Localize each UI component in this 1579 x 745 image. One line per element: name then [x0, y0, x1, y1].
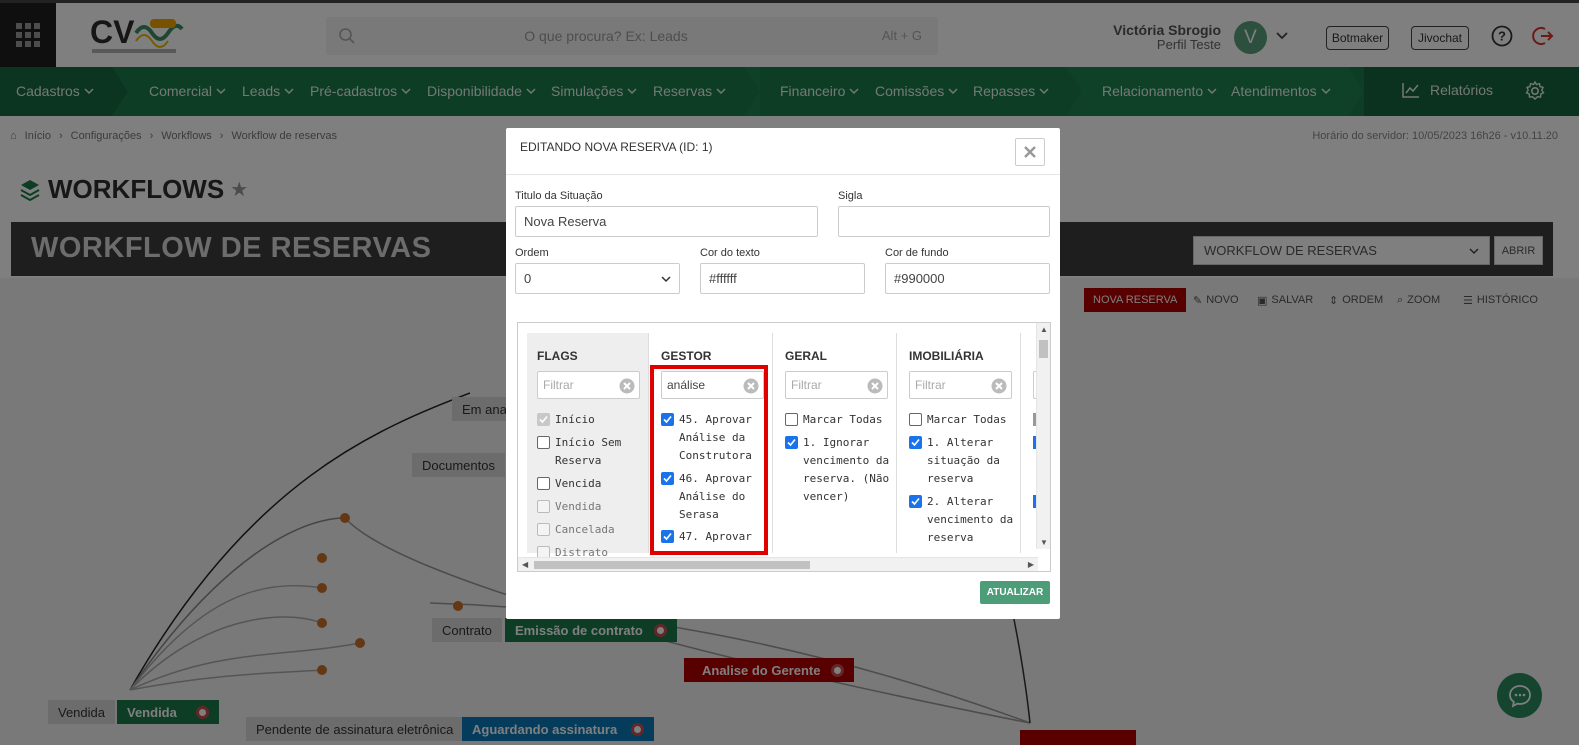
flags-filter[interactable]: [537, 371, 640, 399]
column-title: GERAL: [785, 349, 827, 363]
checkbox[interactable]: [537, 523, 550, 536]
scroll-right-icon[interactable]: ▶: [1028, 560, 1034, 569]
ordem-label: Ordem: [515, 247, 549, 259]
flag-checkbox[interactable]: Cancelada: [537, 521, 645, 539]
clear-icon[interactable]: [867, 378, 883, 394]
flag-checkbox[interactable]: Início Sem Reserva: [537, 434, 645, 470]
checkbox[interactable]: [909, 413, 922, 426]
permission-checkbox[interactable]: 2. Alterar vencimento da reserva: [909, 493, 1017, 547]
imobiliaria-filter-input[interactable]: [910, 372, 990, 398]
titulo-input[interactable]: [515, 206, 818, 237]
checkbox[interactable]: [537, 500, 550, 513]
select-all-checkbox[interactable]: Marcar Todas: [909, 411, 1017, 429]
titulo-label: Titulo da Situação: [515, 190, 603, 202]
column-title: GESTOR: [661, 349, 712, 363]
flag-checkbox[interactable]: Vendida: [537, 498, 645, 516]
flags-filter-input[interactable]: [538, 372, 618, 398]
clear-icon[interactable]: [619, 378, 635, 394]
check-icon: [911, 497, 920, 506]
scroll-left-icon[interactable]: ◀: [522, 560, 528, 569]
ordem-select[interactable]: 0: [515, 263, 680, 294]
scroll-up-icon[interactable]: ▲: [1040, 325, 1048, 334]
horizontal-scrollbar[interactable]: ◀ ▶: [518, 557, 1038, 571]
highlight-box: [650, 365, 768, 555]
column-title: IMOBILIÁRIA: [909, 349, 984, 363]
scroll-thumb[interactable]: [1039, 340, 1048, 358]
cor-fundo-input[interactable]: [885, 263, 1050, 294]
cor-texto-label: Cor do texto: [700, 247, 760, 259]
clear-icon[interactable]: [991, 378, 1007, 394]
check-icon: [787, 438, 796, 447]
checkbox[interactable]: [537, 436, 550, 449]
scroll-down-icon[interactable]: ▼: [1040, 538, 1048, 547]
checkbox[interactable]: [785, 436, 798, 449]
checkbox[interactable]: [537, 413, 550, 426]
scroll-thumb[interactable]: [534, 561, 810, 569]
modal-header: EDITANDO NOVA RESERVA (ID: 1): [506, 128, 1060, 175]
geral-filter-input[interactable]: [786, 372, 866, 398]
edit-status-modal: EDITANDO NOVA RESERVA (ID: 1) Titulo da …: [506, 128, 1060, 619]
check-icon: [911, 438, 920, 447]
checkbox[interactable]: [909, 495, 922, 508]
close-icon: [1024, 146, 1036, 158]
flags-column: FLAGS Início Início Sem Reserva Vencida …: [527, 333, 649, 559]
sigla-input[interactable]: [838, 206, 1050, 237]
flag-checkbox[interactable]: Início: [537, 411, 645, 429]
chevron-down-icon: [661, 275, 671, 282]
permissions-panel[interactable]: FLAGS Início Início Sem Reserva Vencida …: [517, 322, 1051, 572]
modal-title: EDITANDO NOVA RESERVA (ID: 1): [520, 140, 713, 154]
vertical-scrollbar[interactable]: ▲ ▼: [1036, 323, 1050, 549]
cor-fundo-label: Cor de fundo: [885, 247, 949, 259]
permission-checkbox[interactable]: 1. Ignorar vencimento da reserva. (Não v…: [785, 434, 893, 506]
select-all-checkbox[interactable]: Marcar Todas: [785, 411, 893, 429]
check-icon: [539, 415, 548, 424]
imobiliaria-filter[interactable]: [909, 371, 1012, 399]
checkbox[interactable]: [909, 436, 922, 449]
column-title: FLAGS: [537, 349, 578, 363]
sigla-label: Sigla: [838, 190, 863, 202]
imobiliaria-column: IMOBILIÁRIA Marcar Todas 1. Alterar situ…: [899, 333, 1021, 553]
update-button[interactable]: ATUALIZAR: [980, 581, 1050, 604]
geral-filter[interactable]: [785, 371, 888, 399]
permission-checkbox[interactable]: 1. Alterar situação da reserva: [909, 434, 1017, 488]
close-button[interactable]: [1015, 138, 1045, 166]
checkbox[interactable]: [537, 477, 550, 490]
geral-column: GERAL Marcar Todas 1. Ignorar vencimento…: [775, 333, 897, 553]
flag-checkbox[interactable]: Vencida: [537, 475, 645, 493]
checkbox[interactable]: [785, 413, 798, 426]
cor-texto-input[interactable]: [700, 263, 865, 294]
